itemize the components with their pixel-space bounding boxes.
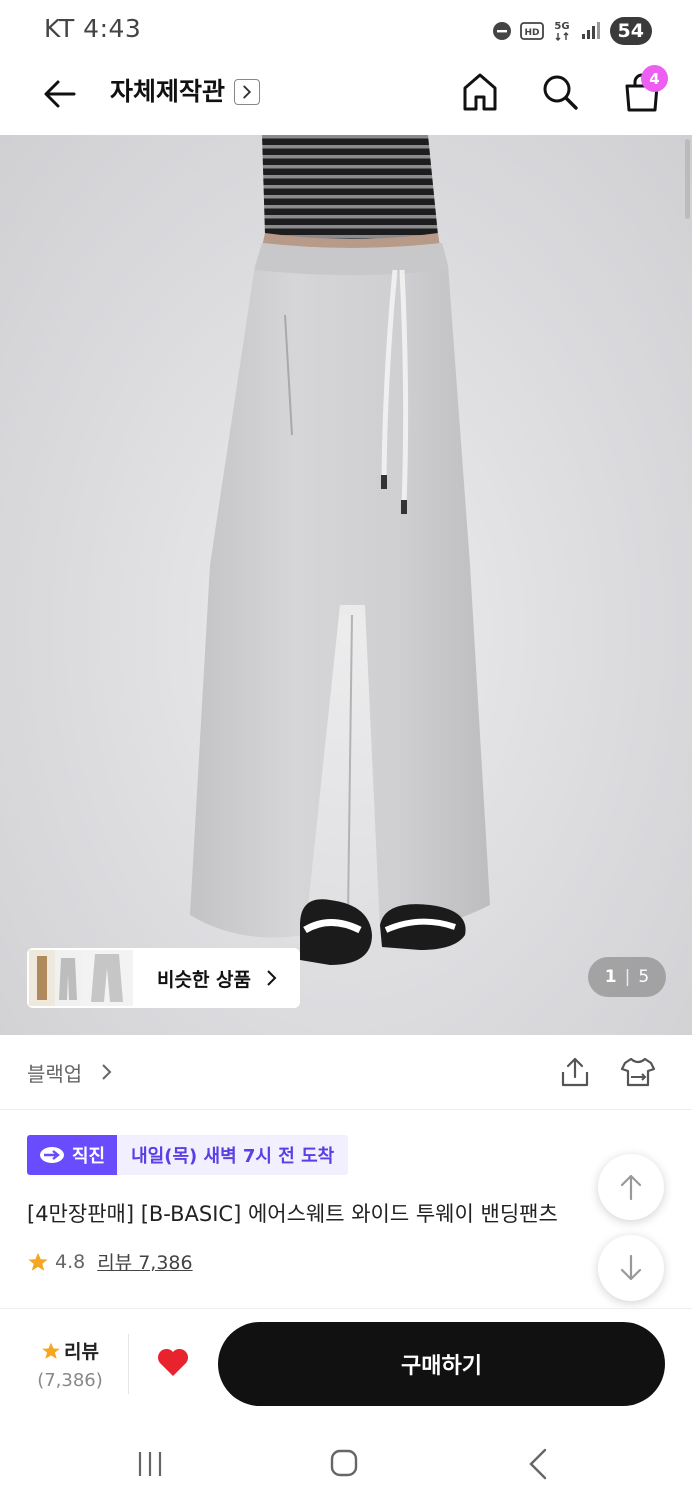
rating-row: 4.8 리뷰 7,386: [27, 1248, 193, 1275]
similar-products-button[interactable]: 비슷한 상품: [27, 948, 300, 1008]
rating-value: 4.8: [55, 1250, 86, 1273]
arrival-time-label: 내일(목) 새벽 7시 전 도착: [117, 1135, 349, 1175]
arrow-down-icon: [620, 1254, 642, 1281]
similar-products-label: 비슷한 상품: [157, 968, 252, 991]
product-image-gallery[interactable]: 비슷한 상품 1 | 5: [0, 135, 692, 1035]
chevron-right-icon[interactable]: [100, 1063, 112, 1081]
cart-count-badge: 4: [641, 65, 668, 92]
thumbnail-image: [55, 950, 81, 1006]
battery-icon: 54: [609, 17, 652, 45]
recent-apps-icon[interactable]: [136, 1450, 164, 1478]
status-bar: KT 4:43 HD 5G 54: [0, 0, 692, 60]
brand-link[interactable]: 블랙업: [27, 1058, 82, 1087]
home-icon[interactable]: [460, 70, 500, 114]
review-link[interactable]: 리뷰 7,386: [97, 1248, 192, 1275]
page-title[interactable]: 자체제작관: [110, 74, 225, 110]
pager-total: 5: [638, 967, 650, 987]
bottom-action-bar: 리뷰 (7,386) 구매하기: [0, 1310, 692, 1420]
pager-current: 1: [604, 967, 617, 987]
star-icon: [28, 1252, 48, 1271]
system-back-icon[interactable]: [528, 1448, 548, 1480]
arrow-up-icon: [620, 1174, 642, 1201]
search-icon[interactable]: [540, 72, 580, 112]
hd-icon: HD: [519, 22, 544, 40]
svg-text:5G: 5G: [554, 21, 569, 32]
product-photo: [190, 135, 490, 965]
similar-thumbnails: [29, 950, 133, 1006]
network-5g-icon: 5G: [554, 21, 569, 41]
status-icons: HD 5G 54: [492, 16, 652, 46]
direct-delivery-badge: 직진: [27, 1135, 118, 1175]
share-icon[interactable]: [558, 1055, 592, 1089]
review-summary-label: 리뷰: [64, 1341, 99, 1363]
chevron-right-icon[interactable]: [234, 79, 260, 105]
star-icon: [42, 1342, 60, 1359]
pager-separator: |: [624, 967, 631, 987]
heart-icon[interactable]: [156, 1346, 190, 1378]
back-arrow-icon[interactable]: [40, 74, 80, 114]
chevron-right-icon: [267, 970, 277, 986]
status-time: KT 4:43: [44, 14, 142, 43]
review-summary-count: (7,386): [37, 1370, 103, 1391]
divider: [0, 1308, 692, 1309]
scroll-indicator: [685, 139, 690, 219]
divider: [128, 1334, 129, 1394]
system-navigation-bar: [0, 1420, 692, 1500]
home-button-icon[interactable]: [329, 1448, 359, 1478]
product-title: [4만장판매] [B-BASIC] 에어스웨트 와이드 투웨이 밴딩팬츠: [27, 1202, 558, 1226]
direct-delivery-icon: [40, 1147, 64, 1163]
compare-fit-icon[interactable]: [619, 1055, 657, 1089]
signal-icon: [581, 22, 600, 39]
review-summary-top: 리뷰: [30, 1337, 110, 1364]
do-not-disturb-icon: [492, 22, 511, 40]
review-summary-button[interactable]: 리뷰 (7,386): [30, 1337, 110, 1391]
top-nav: 자체제작관 4: [0, 60, 692, 136]
scroll-up-button[interactable]: [598, 1154, 664, 1220]
buy-button[interactable]: 구매하기: [218, 1322, 665, 1406]
scroll-down-button[interactable]: [598, 1235, 664, 1301]
thumbnail-image: [81, 950, 133, 1006]
svg-text:HD: HD: [524, 28, 539, 38]
brand-row: 블랙업: [0, 1035, 692, 1110]
delivery-info: 직진 내일(목) 새벽 7시 전 도착: [27, 1135, 349, 1175]
direct-badge-label: 직진: [72, 1146, 106, 1167]
thumbnail-image: [29, 950, 55, 1006]
image-pager: 1 | 5: [588, 957, 666, 997]
